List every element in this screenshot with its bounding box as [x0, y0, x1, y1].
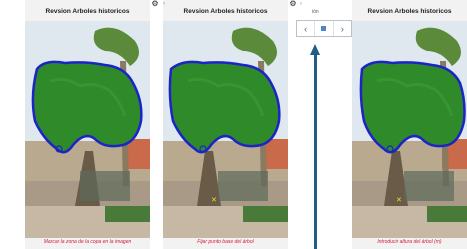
tree-photo[interactable]: ✕ [163, 21, 288, 238]
pager: ‹ › [296, 20, 352, 37]
panel-title: Revsion Arboles historicos [45, 8, 130, 15]
instruction-caption: Fijar punto base del árbol [197, 239, 254, 245]
prev-button[interactable]: ‹ [297, 21, 314, 36]
screen: Revsion Arboles historicos Marcar la zon… [0, 0, 467, 249]
panel-height: Revsion Arboles historicos ✕ Introducir … [352, 0, 467, 249]
panel-title: Revsion Arboles historicos [367, 8, 452, 15]
panel-title: Revsion Arboles historicos [183, 8, 268, 15]
chevron-right-icon[interactable]: › [300, 0, 306, 8]
gear-icon[interactable]: ⚙ [288, 0, 298, 8]
panel-base-point: Revsion Arboles historicos ✕ Fijar punto… [163, 0, 288, 249]
instruction-caption: Introducir altura del árbol (m) [377, 239, 442, 245]
chevron-right-icon[interactable]: › [163, 0, 169, 8]
base-point-marker: ✕ [396, 197, 402, 204]
gear-icon[interactable]: ⚙ [150, 0, 160, 8]
next-button[interactable]: › [334, 21, 351, 36]
tree-photo-drawing: ✕ [352, 21, 467, 238]
tree-photo-drawing: ✕ [163, 21, 288, 238]
chevron-right-icon: › [340, 23, 344, 34]
panel-crown: Revsion Arboles historicos Marcar la zon… [25, 0, 150, 249]
header-fragment: ión [312, 9, 319, 15]
tree-photo[interactable]: ✕ [352, 21, 467, 238]
instruction-caption: Marcar la zona de la copa en la imagen [43, 239, 132, 245]
up-arrow-shaft [314, 54, 317, 249]
tree-photo-drawing [25, 21, 150, 238]
tree-photo[interactable] [25, 21, 150, 238]
page-square-icon [321, 26, 327, 31]
chevron-left-icon: ‹ [304, 23, 308, 34]
page-indicator[interactable] [314, 21, 334, 36]
base-point-marker: ✕ [211, 197, 217, 204]
